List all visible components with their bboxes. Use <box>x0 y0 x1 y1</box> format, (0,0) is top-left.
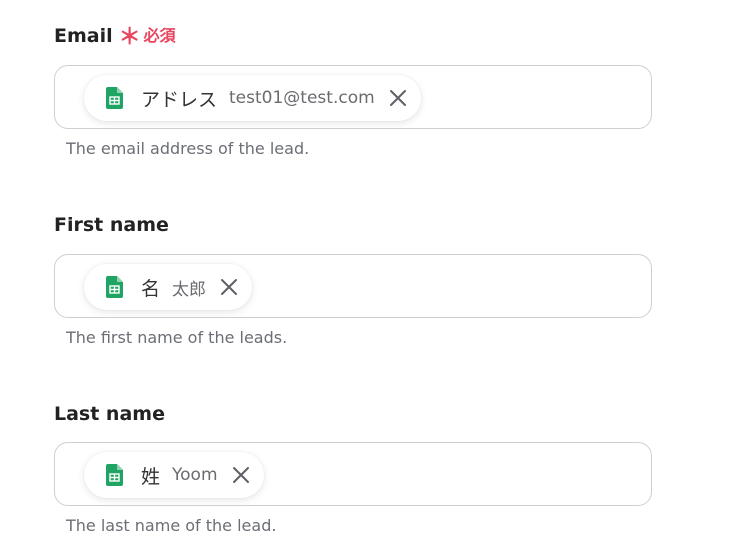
first-name-help-text: The first name of the leads. <box>66 328 288 347</box>
email-help-text: The email address of the lead. <box>66 139 310 158</box>
close-icon[interactable] <box>387 87 409 109</box>
last-name-variable-chip[interactable]: 姓 Yoom <box>84 452 264 498</box>
chip-label: 姓 <box>141 465 161 488</box>
last-name-help-text: The last name of the lead. <box>66 516 277 535</box>
chip-value: Yoom <box>172 465 218 485</box>
email-label-text: Email <box>54 25 113 47</box>
close-icon[interactable] <box>230 464 252 486</box>
first-name-field-label: First name <box>54 213 169 237</box>
google-sheets-icon <box>106 276 123 298</box>
chip-label: 名 <box>141 277 161 300</box>
email-field-label: Email ＊ 必須 <box>54 24 176 50</box>
first-name-label-text: First name <box>54 214 169 236</box>
last-name-input[interactable]: 姓 Yoom <box>54 442 652 506</box>
chip-value: 太郎 <box>172 279 207 300</box>
chip-value: test01@test.com <box>229 88 375 108</box>
chip-label: アドレス <box>141 88 218 111</box>
google-sheets-icon <box>106 87 123 109</box>
first-name-variable-chip[interactable]: 名 太郎 <box>84 264 253 310</box>
first-name-input[interactable]: 名 太郎 <box>54 254 652 318</box>
email-variable-chip[interactable]: アドレス test01@test.com <box>84 75 421 121</box>
close-icon[interactable] <box>218 276 240 298</box>
last-name-label-text: Last name <box>54 403 165 425</box>
required-badge: 必須 <box>143 26 176 45</box>
email-input[interactable]: アドレス test01@test.com <box>54 65 652 129</box>
google-sheets-icon <box>106 464 123 486</box>
last-name-field-label: Last name <box>54 402 165 426</box>
required-asterisk: ＊ <box>118 25 141 50</box>
